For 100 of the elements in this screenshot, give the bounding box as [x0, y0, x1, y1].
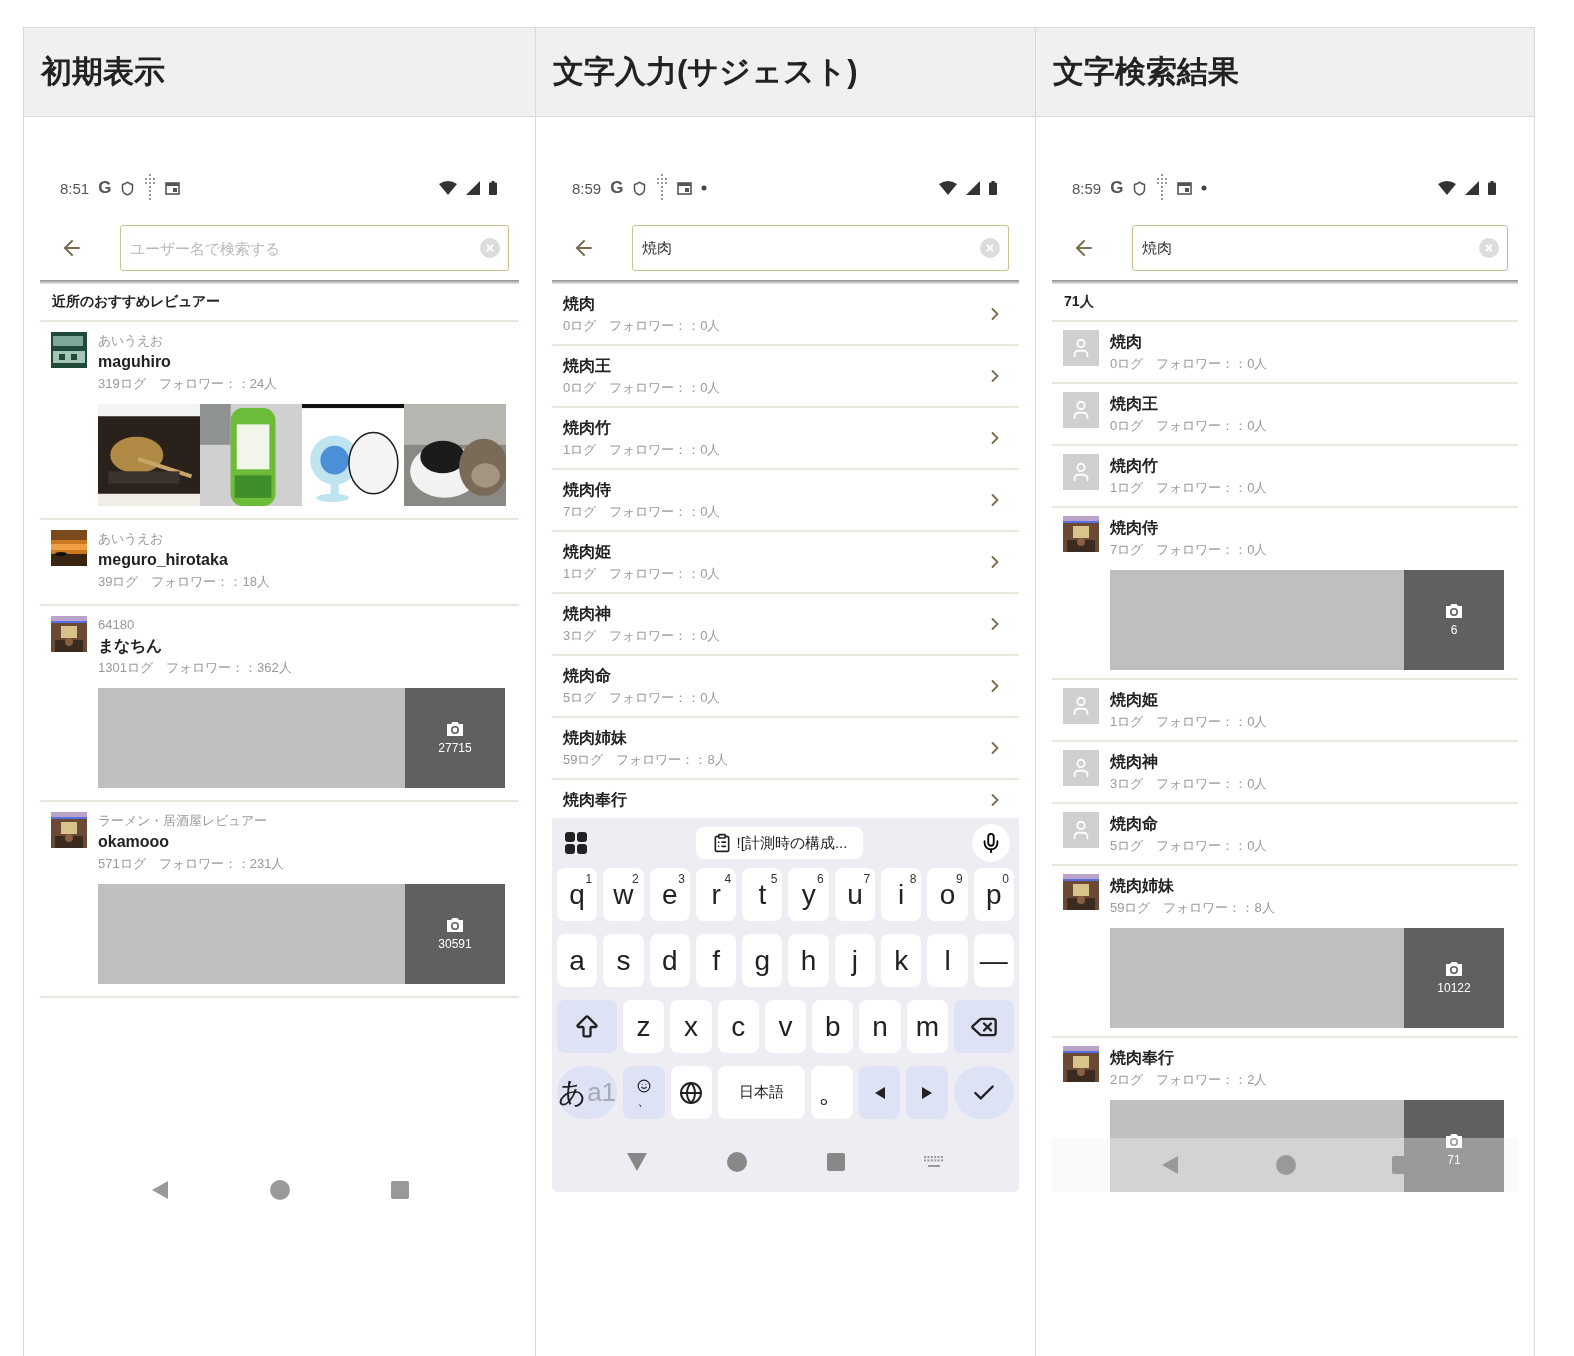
user-name[interactable]: まなちん — [98, 634, 162, 658]
battery-icon — [1488, 181, 1496, 195]
keyboard-key[interactable]: 。 — [811, 1066, 853, 1119]
keyboard-key[interactable]: n — [859, 1000, 901, 1053]
user-name[interactable]: meguro_hirotaka — [98, 548, 228, 572]
search-field[interactable]: 焼肉 — [1132, 225, 1508, 271]
keyboard-key[interactable]: — — [973, 934, 1014, 987]
keyboard-key[interactable]: z — [622, 1000, 665, 1053]
user-name[interactable]: 焼肉姫 — [563, 540, 611, 564]
user-tagline: あいうえお — [98, 332, 163, 350]
calendar-icon — [677, 181, 693, 195]
home-nav-icon[interactable] — [269, 1179, 292, 1201]
user-name[interactable]: 焼肉 — [1110, 330, 1142, 354]
user-stats: 1ログ フォロワー：：0人 — [563, 565, 721, 583]
keyboard-key[interactable]: v — [764, 1000, 807, 1053]
keyboard-key[interactable]: k — [881, 934, 922, 987]
keyboard-key[interactable]: l — [927, 934, 968, 987]
keyboard-key[interactable] — [858, 1066, 901, 1119]
user-name[interactable]: 焼肉姉妹 — [563, 726, 627, 750]
user-name[interactable]: 焼肉侍 — [1110, 516, 1158, 540]
keyboard-key[interactable] — [954, 1000, 1014, 1053]
keyboard-key[interactable]: 、 — [623, 1066, 665, 1119]
user-stats: 3ログ フォロワー：：0人 — [563, 627, 721, 645]
keyboard-key[interactable]: b — [812, 1000, 854, 1053]
user-name[interactable]: 焼肉神 — [563, 602, 611, 626]
wifi-icon — [1438, 181, 1456, 195]
user-name[interactable]: 焼肉神 — [1110, 750, 1158, 774]
keyboard-key[interactable]: あa1 — [557, 1066, 618, 1119]
keyboard-key[interactable]: x — [670, 1000, 712, 1053]
recents-nav-icon[interactable] — [827, 1153, 846, 1171]
user-tagline: あいうえお — [98, 530, 163, 548]
keyboard-key[interactable]: s — [603, 934, 644, 987]
user-name[interactable]: 焼肉竹 — [563, 416, 611, 440]
user-name[interactable]: 焼肉 — [563, 292, 595, 316]
keyboard-key[interactable]: o$^{9}$ — [927, 868, 968, 921]
keyboard-key[interactable]: j — [834, 934, 876, 987]
user-name[interactable]: 焼肉命 — [1110, 812, 1158, 836]
keyboard-key[interactable] — [670, 1066, 713, 1119]
microphone-button[interactable] — [972, 824, 1010, 862]
keyboard-key[interactable]: w$^{2}$ — [603, 868, 644, 921]
keyboard-key[interactable]: u$^{7}$ — [834, 868, 876, 921]
keyboard-key[interactable]: a — [557, 934, 598, 987]
user-name[interactable]: maguhiro — [98, 350, 171, 374]
list-heading: 近所のおすすめレビュアー — [40, 284, 519, 322]
camera-icon — [445, 917, 465, 933]
search-field[interactable]: 焼肉 — [632, 225, 1009, 271]
user-name[interactable]: 焼肉竹 — [1110, 454, 1158, 478]
keyboard-switch-icon[interactable] — [924, 1156, 945, 1168]
keyboard-key[interactable]: y$^{6}$ — [788, 868, 829, 921]
keyboard-key[interactable]: f — [695, 934, 737, 987]
keyboard-key[interactable]: d — [649, 934, 690, 987]
user-name[interactable]: 焼肉王 — [563, 354, 611, 378]
user-stats: 0ログ フォロワー：：0人 — [1110, 417, 1268, 435]
hide-keyboard-icon[interactable] — [626, 1153, 647, 1171]
keyboard-key[interactable]: p$^{0}$ — [973, 868, 1014, 921]
user-name[interactable]: okamooo — [98, 830, 170, 854]
clipboard-suggestion[interactable]: ![計測時の構成... — [695, 827, 864, 859]
grid-icon[interactable] — [565, 832, 587, 854]
shield-icon — [120, 180, 136, 196]
google-logo: G — [98, 178, 112, 198]
keyboard-key[interactable]: h — [788, 934, 829, 987]
keyboard-key[interactable] — [906, 1066, 948, 1119]
home-nav-icon[interactable] — [1275, 1154, 1297, 1176]
keyboard-key[interactable]: q$^{1}$ — [557, 868, 598, 921]
globe-icon — [679, 1080, 704, 1105]
user-stats: 0ログ フォロワー：：0人 — [563, 317, 721, 335]
home-nav-icon[interactable] — [725, 1151, 748, 1173]
photo-count: 71 — [1447, 1153, 1461, 1167]
google-logo: G — [610, 178, 624, 198]
user-stats: 7ログ フォロワー：：0人 — [1110, 541, 1268, 559]
smiley-icon — [636, 1078, 651, 1093]
user-name[interactable]: 焼肉奉行 — [563, 788, 627, 812]
user-name[interactable]: 焼肉姫 — [1110, 688, 1158, 712]
user-name[interactable]: 焼肉姉妹 — [1110, 874, 1174, 898]
keyboard-key[interactable] — [557, 1000, 617, 1053]
keyboard-key[interactable]: c — [717, 1000, 759, 1053]
keyboard-key[interactable]: r$^{4}$ — [695, 868, 737, 921]
user-stats: 1ログ フォロワー：：0人 — [1110, 713, 1268, 731]
keyboard-key[interactable]: 日本語 — [718, 1066, 806, 1119]
keyboard-key[interactable]: i $^{8}$ — [881, 868, 922, 921]
shield-icon — [1132, 180, 1148, 196]
keyboard-key[interactable]: m — [906, 1000, 949, 1053]
keyboard-key[interactable]: g — [742, 934, 783, 987]
google-logo: G — [1110, 178, 1124, 198]
search-field[interactable]: ユーザー名で検索する — [120, 225, 509, 271]
user-name[interactable]: 焼肉命 — [563, 664, 611, 688]
user-stats: 2ログ フォロワー：：2人 — [1110, 1071, 1268, 1089]
user-name[interactable]: 焼肉侍 — [563, 478, 611, 502]
panel-title: 文字入力(サジェスト) — [553, 53, 858, 91]
user-stats: 319ログ フォロワー：：24人 — [98, 375, 278, 393]
keyboard-key[interactable]: t $^{5}$ — [742, 868, 783, 921]
user-stats: 1301ログ フォロワー：：362人 — [98, 659, 292, 677]
user-name[interactable]: 焼肉王 — [1110, 392, 1158, 416]
recents-nav-icon[interactable] — [391, 1181, 410, 1199]
user-tagline: ラーメン・居酒屋レビュアー — [98, 812, 267, 830]
camera-icon — [1444, 961, 1464, 977]
camera-icon — [1444, 1133, 1464, 1149]
right-arrow-icon — [922, 1086, 933, 1099]
keyboard-key[interactable]: e$^{3}$ — [649, 868, 690, 921]
user-name[interactable]: 焼肉奉行 — [1110, 1046, 1174, 1070]
